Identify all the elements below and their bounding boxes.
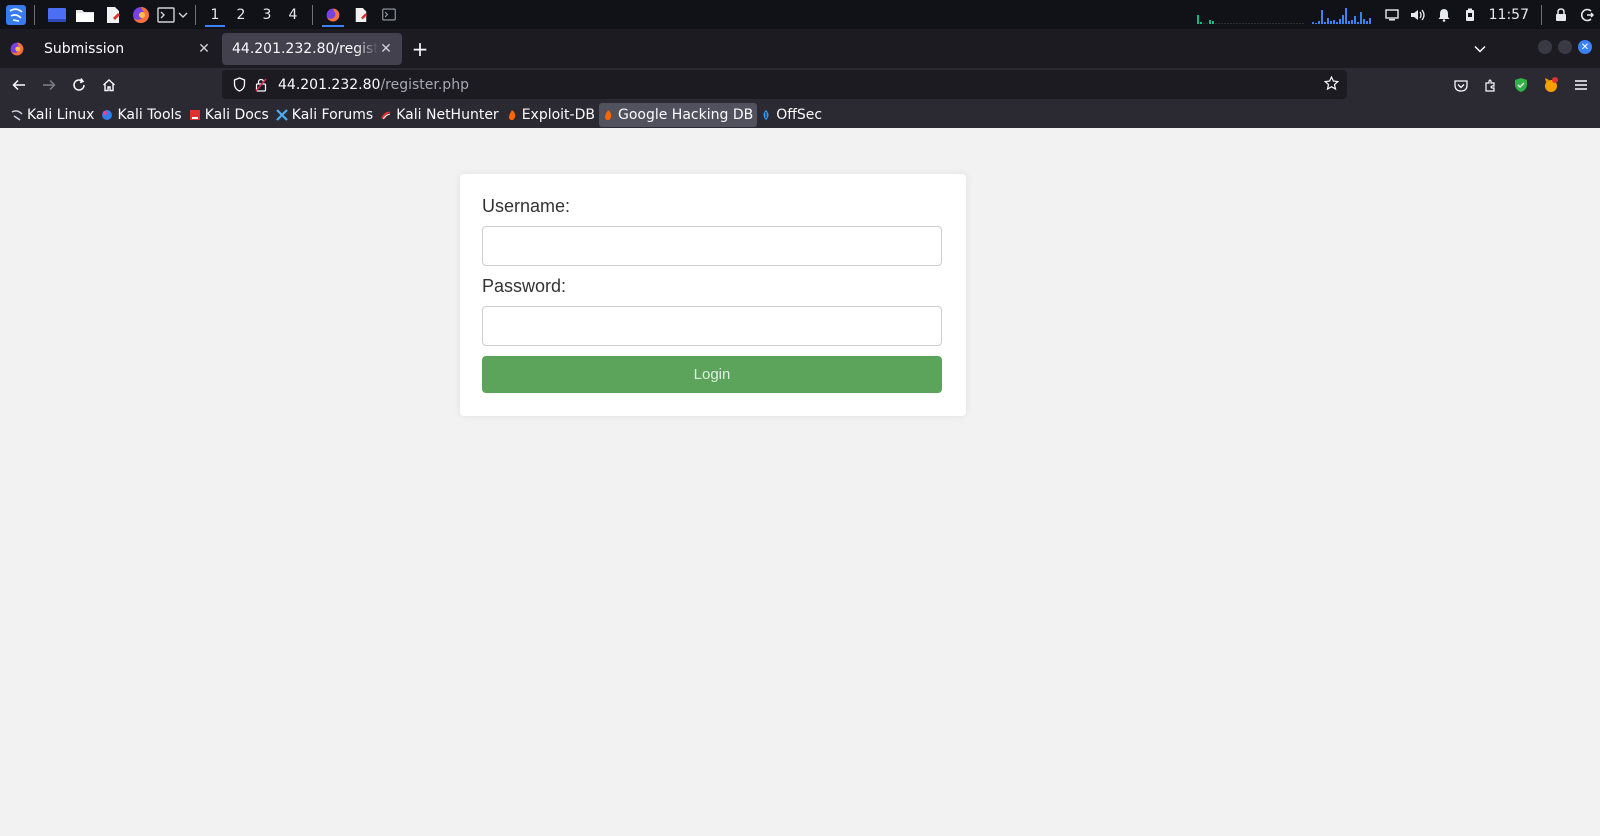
terminal-window-button[interactable] — [375, 0, 403, 29]
username-label: Username: — [482, 196, 571, 216]
nethunter-icon — [379, 108, 393, 122]
lock-screen-icon[interactable] — [1548, 0, 1574, 29]
volume-icon[interactable] — [1405, 0, 1431, 29]
tab-title: Submission — [44, 40, 125, 57]
taskbar-divider — [34, 4, 35, 25]
address-bar[interactable]: 44.201.232.80/register.php — [222, 70, 1347, 99]
web-page-content: Username: Password: Login — [0, 128, 1600, 836]
ghdb-icon — [601, 108, 615, 122]
browser-tab-strip: Submission ✕ 44.201.232.80/register.p ✕ … — [0, 29, 1600, 68]
bookmarks-toolbar: Kali Linux Kali Tools Kali Docs Kali For… — [0, 102, 1600, 128]
close-tab-icon[interactable]: ✕ — [196, 41, 212, 57]
clock[interactable]: 11:57 — [1483, 7, 1535, 23]
url-host: 44.201.232.80 — [278, 76, 381, 93]
password-label: Password: — [482, 276, 567, 296]
tab-register[interactable]: 44.201.232.80/register.p ✕ — [222, 32, 402, 65]
close-tab-icon[interactable]: ✕ — [378, 41, 394, 57]
url-path: /register.php — [380, 76, 469, 93]
bookmark-kali-docs[interactable]: Kali Docs — [186, 103, 273, 127]
username-input[interactable] — [482, 226, 942, 266]
list-all-tabs-icon[interactable] — [1468, 37, 1492, 61]
editor-window-button[interactable] — [347, 0, 375, 29]
bookmark-google-hacking-db[interactable]: Google Hacking DB — [598, 103, 758, 127]
login-button[interactable]: Login — [482, 356, 942, 393]
firefox-view-icon[interactable] — [0, 29, 34, 68]
new-tab-button[interactable]: + — [402, 33, 438, 65]
navigation-toolbar: 44.201.232.80/register.php — [0, 68, 1600, 102]
workspace-1[interactable]: 1 — [202, 0, 228, 29]
file-manager-icon[interactable] — [73, 3, 97, 27]
tab-submission[interactable]: Submission ✕ — [34, 33, 220, 65]
logout-icon[interactable] — [1574, 0, 1600, 29]
hamburger-menu-icon[interactable] — [1566, 70, 1596, 100]
kali-docs-icon — [188, 108, 202, 122]
desktop-taskbar: 1 2 3 4 11:57 — [0, 0, 1600, 29]
close-window-button[interactable]: ✕ — [1578, 40, 1592, 54]
tracking-protection-shield-icon[interactable] — [228, 70, 250, 99]
tab-title: 44.201.232.80/register.p — [232, 40, 378, 57]
firefox-window-button[interactable] — [319, 0, 347, 29]
workspace-4[interactable]: 4 — [280, 0, 306, 29]
taskbar-divider — [195, 4, 196, 25]
kali-tools-icon — [100, 108, 114, 122]
bookmark-kali-forums[interactable]: Kali Forums — [273, 103, 377, 127]
reload-button[interactable] — [64, 70, 94, 100]
bookmark-kali-tools[interactable]: Kali Tools — [98, 103, 185, 127]
bookmark-star-icon[interactable] — [1323, 75, 1340, 95]
exploit-db-icon — [505, 108, 519, 122]
firefox-launcher-icon[interactable] — [129, 3, 153, 27]
chevron-down-icon[interactable] — [177, 3, 189, 27]
back-button[interactable] — [4, 70, 34, 100]
workspace-2[interactable]: 2 — [228, 0, 254, 29]
bookmark-offsec[interactable]: OffSec — [757, 103, 826, 127]
extensions-icon[interactable] — [1476, 70, 1506, 100]
display-icon[interactable] — [1379, 0, 1405, 29]
battery-icon[interactable] — [1457, 0, 1483, 29]
password-input[interactable] — [482, 306, 942, 346]
maximize-button[interactable] — [1558, 40, 1572, 54]
bookmark-exploit-db[interactable]: Exploit-DB — [503, 103, 599, 127]
bookmark-kali-nethunter[interactable]: Kali NetHunter — [377, 103, 502, 127]
foxyproxy-icon[interactable] — [1536, 70, 1566, 100]
login-form: Username: Password: Login — [460, 174, 966, 416]
window-controls: ✕ — [1538, 40, 1592, 54]
offsec-icon — [759, 108, 773, 122]
forward-button[interactable] — [34, 70, 64, 100]
insecure-lock-icon[interactable] — [250, 70, 272, 99]
show-desktop-icon[interactable] — [45, 3, 69, 27]
cpu-graph — [1311, 6, 1371, 24]
ublock-shield-icon[interactable] — [1506, 70, 1536, 100]
pocket-icon[interactable] — [1446, 70, 1476, 100]
network-graph — [1196, 6, 1304, 24]
terminal-launcher-icon[interactable] — [157, 3, 175, 27]
home-button[interactable] — [94, 70, 124, 100]
kali-menu-icon[interactable] — [4, 3, 28, 27]
notification-bell-icon[interactable] — [1431, 0, 1457, 29]
taskbar-divider — [312, 4, 313, 25]
text-editor-icon[interactable] — [101, 3, 125, 27]
kali-icon — [10, 108, 24, 122]
kali-forums-icon — [275, 108, 289, 122]
bookmark-kali-linux[interactable]: Kali Linux — [8, 103, 98, 127]
minimize-button[interactable] — [1538, 40, 1552, 54]
taskbar-divider — [1541, 4, 1542, 25]
workspace-3[interactable]: 3 — [254, 0, 280, 29]
